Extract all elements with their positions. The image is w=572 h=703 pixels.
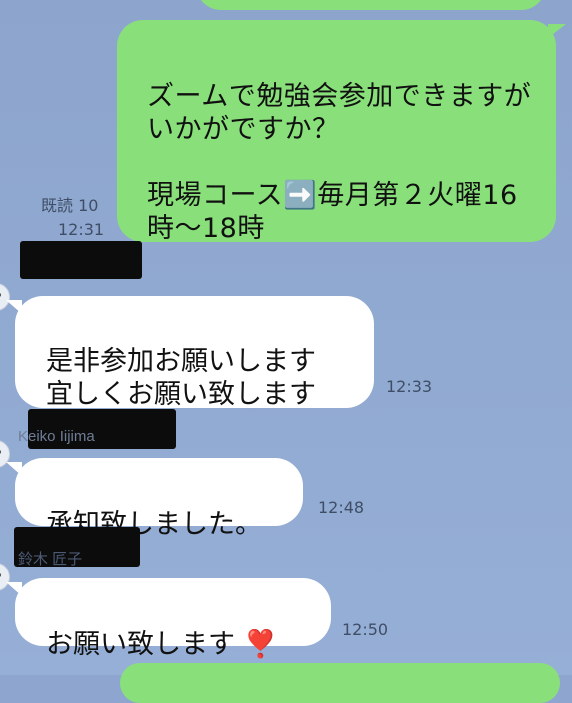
bubble-tail [6, 582, 22, 596]
message-bubble-outgoing[interactable]: ズームで勉強会参加できますがいかがですか？ 現場コース➡️毎月第２火曜16時〜1… [117, 20, 556, 244]
message-timestamp: 12:31 [58, 220, 105, 239]
sender-name: 鈴木 匠子 [18, 551, 83, 568]
message-text: ズームで勉強会参加できますがいかがですか？ 現場コース➡️毎月第２火曜16時〜1… [147, 81, 532, 244]
message-bubble-outgoing-next[interactable] [120, 663, 560, 703]
message-text: お願い致します ❣️ [46, 629, 278, 660]
message-bubble-incoming[interactable]: 是非参加お願いします 宜しくお願い致します [15, 296, 374, 410]
message-timestamp: 12:50 [342, 620, 389, 639]
sender-name-redacted [20, 241, 142, 279]
bubble-tail [6, 462, 22, 476]
sender-name: Keiko Iijima [18, 428, 95, 445]
message-timestamp: 12:33 [386, 377, 433, 396]
message-timestamp: 12:48 [318, 498, 365, 517]
message-text: 是非参加お願いします 宜しくお願い致します [46, 346, 316, 410]
message-bubble-incoming[interactable]: お願い致します ❣️ [15, 578, 331, 660]
message-bubble-outgoing-previous[interactable] [196, 0, 546, 10]
read-receipt: 既読 10 [41, 196, 99, 215]
message-bubble-incoming[interactable]: 承知致しました。 [15, 458, 303, 540]
bubble-tail [6, 300, 22, 314]
bubble-tail [548, 24, 566, 38]
